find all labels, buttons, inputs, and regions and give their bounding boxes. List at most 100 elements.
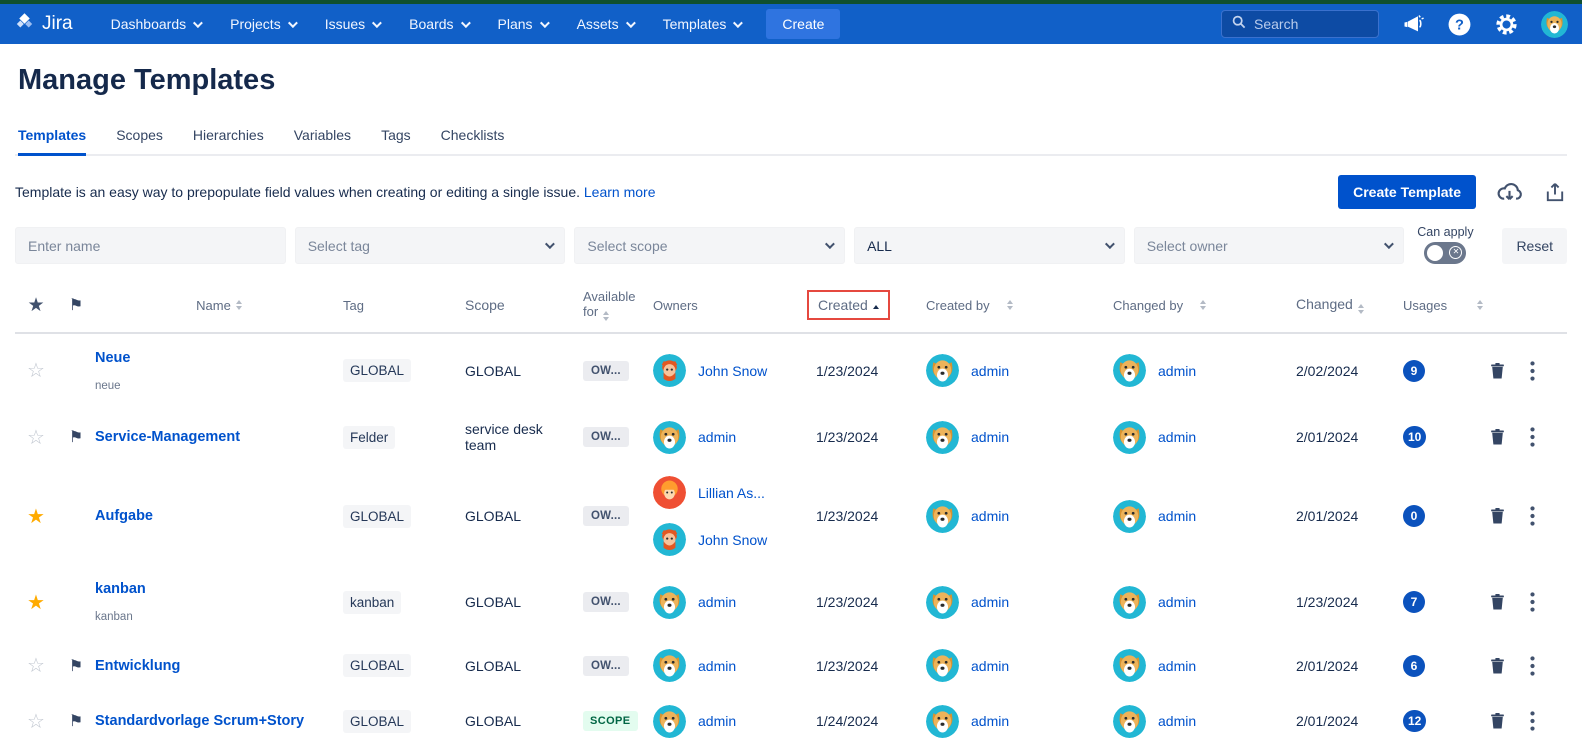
user-avatar[interactable]	[1541, 10, 1568, 38]
create-template-button[interactable]: Create Template	[1338, 175, 1476, 209]
tag-chip: GLOBAL	[343, 359, 412, 382]
nav-item-issues[interactable]: Issues	[325, 16, 383, 32]
favorite-star-icon[interactable]: ☆	[27, 653, 45, 678]
created-by-link[interactable]: admin	[971, 363, 1009, 379]
scope-filter-select[interactable]: Select scope	[574, 227, 846, 264]
search-input[interactable]	[1254, 16, 1364, 32]
owner-link[interactable]: admin	[698, 594, 736, 610]
nav-item-dashboards[interactable]: Dashboards	[111, 16, 203, 32]
help-icon[interactable]: ?	[1447, 12, 1472, 37]
tab-checklists[interactable]: Checklists	[441, 121, 505, 154]
header-usages[interactable]: Usages	[1403, 298, 1484, 313]
tag-filter-select[interactable]: Select tag	[294, 227, 566, 264]
favorite-star-icon[interactable]: ☆	[27, 709, 45, 734]
tab-hierarchies[interactable]: Hierarchies	[193, 121, 264, 154]
kebab-menu-icon[interactable]	[1530, 360, 1535, 381]
created-by-link[interactable]: admin	[971, 508, 1009, 524]
nav-item-boards[interactable]: Boards	[409, 16, 471, 32]
type-filter-select[interactable]: ALL	[854, 227, 1125, 264]
page-title: Manage Templates	[18, 64, 276, 96]
kebab-menu-icon[interactable]	[1530, 655, 1535, 676]
owner-filter-select[interactable]: Select owner	[1133, 227, 1405, 264]
template-name-link[interactable]: Standardvorlage Scrum+Story	[95, 713, 343, 729]
table-row: ☆ ⚑ Entwicklung GLOBAL GLOBAL OW... admi…	[15, 639, 1567, 692]
avatar-admin-dog	[926, 499, 959, 533]
header-changed-by[interactable]: Changed by	[1113, 298, 1296, 313]
import-cloud-download-icon[interactable]	[1496, 179, 1523, 206]
delete-trash-icon[interactable]	[1489, 428, 1506, 446]
can-apply-toggle[interactable]: ✕	[1424, 242, 1467, 264]
settings-gear-icon[interactable]	[1494, 12, 1519, 37]
name-filter-field[interactable]	[15, 227, 286, 264]
kebab-menu-icon[interactable]	[1530, 592, 1535, 612]
template-name-link[interactable]: kanban	[95, 581, 343, 597]
delete-trash-icon[interactable]	[1489, 657, 1506, 675]
global-search[interactable]	[1221, 10, 1379, 38]
owner-link[interactable]: Lillian As...	[698, 485, 765, 501]
template-name-link[interactable]: Neue	[95, 350, 343, 366]
kebab-menu-icon[interactable]	[1530, 506, 1535, 526]
nav-create-button[interactable]: Create	[766, 9, 841, 39]
changed-by-link[interactable]: admin	[1158, 594, 1196, 610]
owner-link[interactable]: admin	[698, 658, 736, 674]
delete-trash-icon[interactable]	[1489, 712, 1506, 730]
chevron-down-icon	[733, 17, 744, 28]
owner-link[interactable]: John Snow	[698, 532, 767, 548]
export-share-icon[interactable]	[1543, 180, 1567, 204]
delete-trash-icon[interactable]	[1489, 593, 1506, 611]
tab-scopes[interactable]: Scopes	[116, 121, 163, 154]
header-created-by[interactable]: Created by	[926, 298, 1113, 313]
changed-by-link[interactable]: admin	[1158, 429, 1196, 445]
header-available-for[interactable]: Available for	[583, 289, 653, 321]
favorite-star-icon[interactable]: ☆	[27, 358, 45, 383]
header-changed[interactable]: Changed	[1296, 296, 1403, 314]
favorite-star-icon[interactable]: ★	[27, 504, 45, 529]
table-row: ☆ ⚑ Service-Management Felder service de…	[15, 407, 1567, 467]
name-filter-input[interactable]	[28, 237, 273, 254]
changed-by-link[interactable]: admin	[1158, 363, 1196, 379]
changed-by-link[interactable]: admin	[1158, 713, 1196, 729]
tab-templates[interactable]: Templates	[18, 121, 87, 156]
changed-by-link[interactable]: admin	[1158, 658, 1196, 674]
created-by-link[interactable]: admin	[971, 429, 1009, 445]
template-name-link[interactable]: Entwicklung	[95, 658, 343, 674]
nav-item-templates[interactable]: Templates	[663, 16, 744, 32]
template-name-link[interactable]: Aufgabe	[95, 508, 343, 524]
kebab-menu-icon[interactable]	[1530, 427, 1535, 447]
owner-link[interactable]: John Snow	[698, 363, 767, 379]
tab-tags[interactable]: Tags	[381, 121, 411, 154]
header-owners[interactable]: Owners	[653, 298, 816, 313]
toggle-off-x-icon: ✕	[1449, 246, 1463, 259]
scope-value: GLOBAL	[465, 594, 522, 610]
owner-link[interactable]: admin	[698, 429, 736, 445]
header-name[interactable]: Name	[95, 298, 343, 313]
avatar-admin-dog	[1113, 585, 1146, 619]
flag-column-flag-icon[interactable]: ⚑	[69, 295, 83, 315]
tab-bar: Templates Scopes Hierarchies Variables T…	[15, 121, 1567, 156]
template-name-link[interactable]: Service-Management	[95, 429, 343, 445]
reset-button[interactable]: Reset	[1502, 228, 1568, 264]
favorite-column-star-icon[interactable]: ★	[27, 294, 44, 317]
nav-item-assets[interactable]: Assets	[577, 16, 636, 32]
kebab-menu-icon[interactable]	[1530, 711, 1535, 731]
changed-by-link[interactable]: admin	[1158, 508, 1196, 524]
nav-item-projects[interactable]: Projects	[230, 16, 298, 32]
header-created[interactable]: Created	[807, 290, 926, 320]
created-by-link[interactable]: admin	[971, 594, 1009, 610]
learn-more-link[interactable]: Learn more	[584, 184, 656, 200]
delete-trash-icon[interactable]	[1489, 362, 1506, 380]
avatar-admin-dog	[926, 649, 959, 682]
top-navbar: Jira Dashboards Projects Issues Boards P…	[0, 4, 1582, 44]
jira-brand[interactable]: Jira	[14, 11, 73, 37]
nav-item-plans[interactable]: Plans	[498, 16, 550, 32]
owner-link[interactable]: admin	[698, 713, 736, 729]
delete-trash-icon[interactable]	[1489, 507, 1506, 525]
header-tag[interactable]: Tag	[343, 298, 465, 313]
favorite-star-icon[interactable]: ★	[27, 590, 45, 615]
favorite-star-icon[interactable]: ☆	[27, 425, 45, 450]
announcements-icon[interactable]	[1401, 12, 1425, 36]
created-by-link[interactable]: admin	[971, 713, 1009, 729]
header-scope[interactable]: Scope	[465, 297, 583, 313]
tab-variables[interactable]: Variables	[294, 121, 351, 154]
created-by-link[interactable]: admin	[971, 658, 1009, 674]
